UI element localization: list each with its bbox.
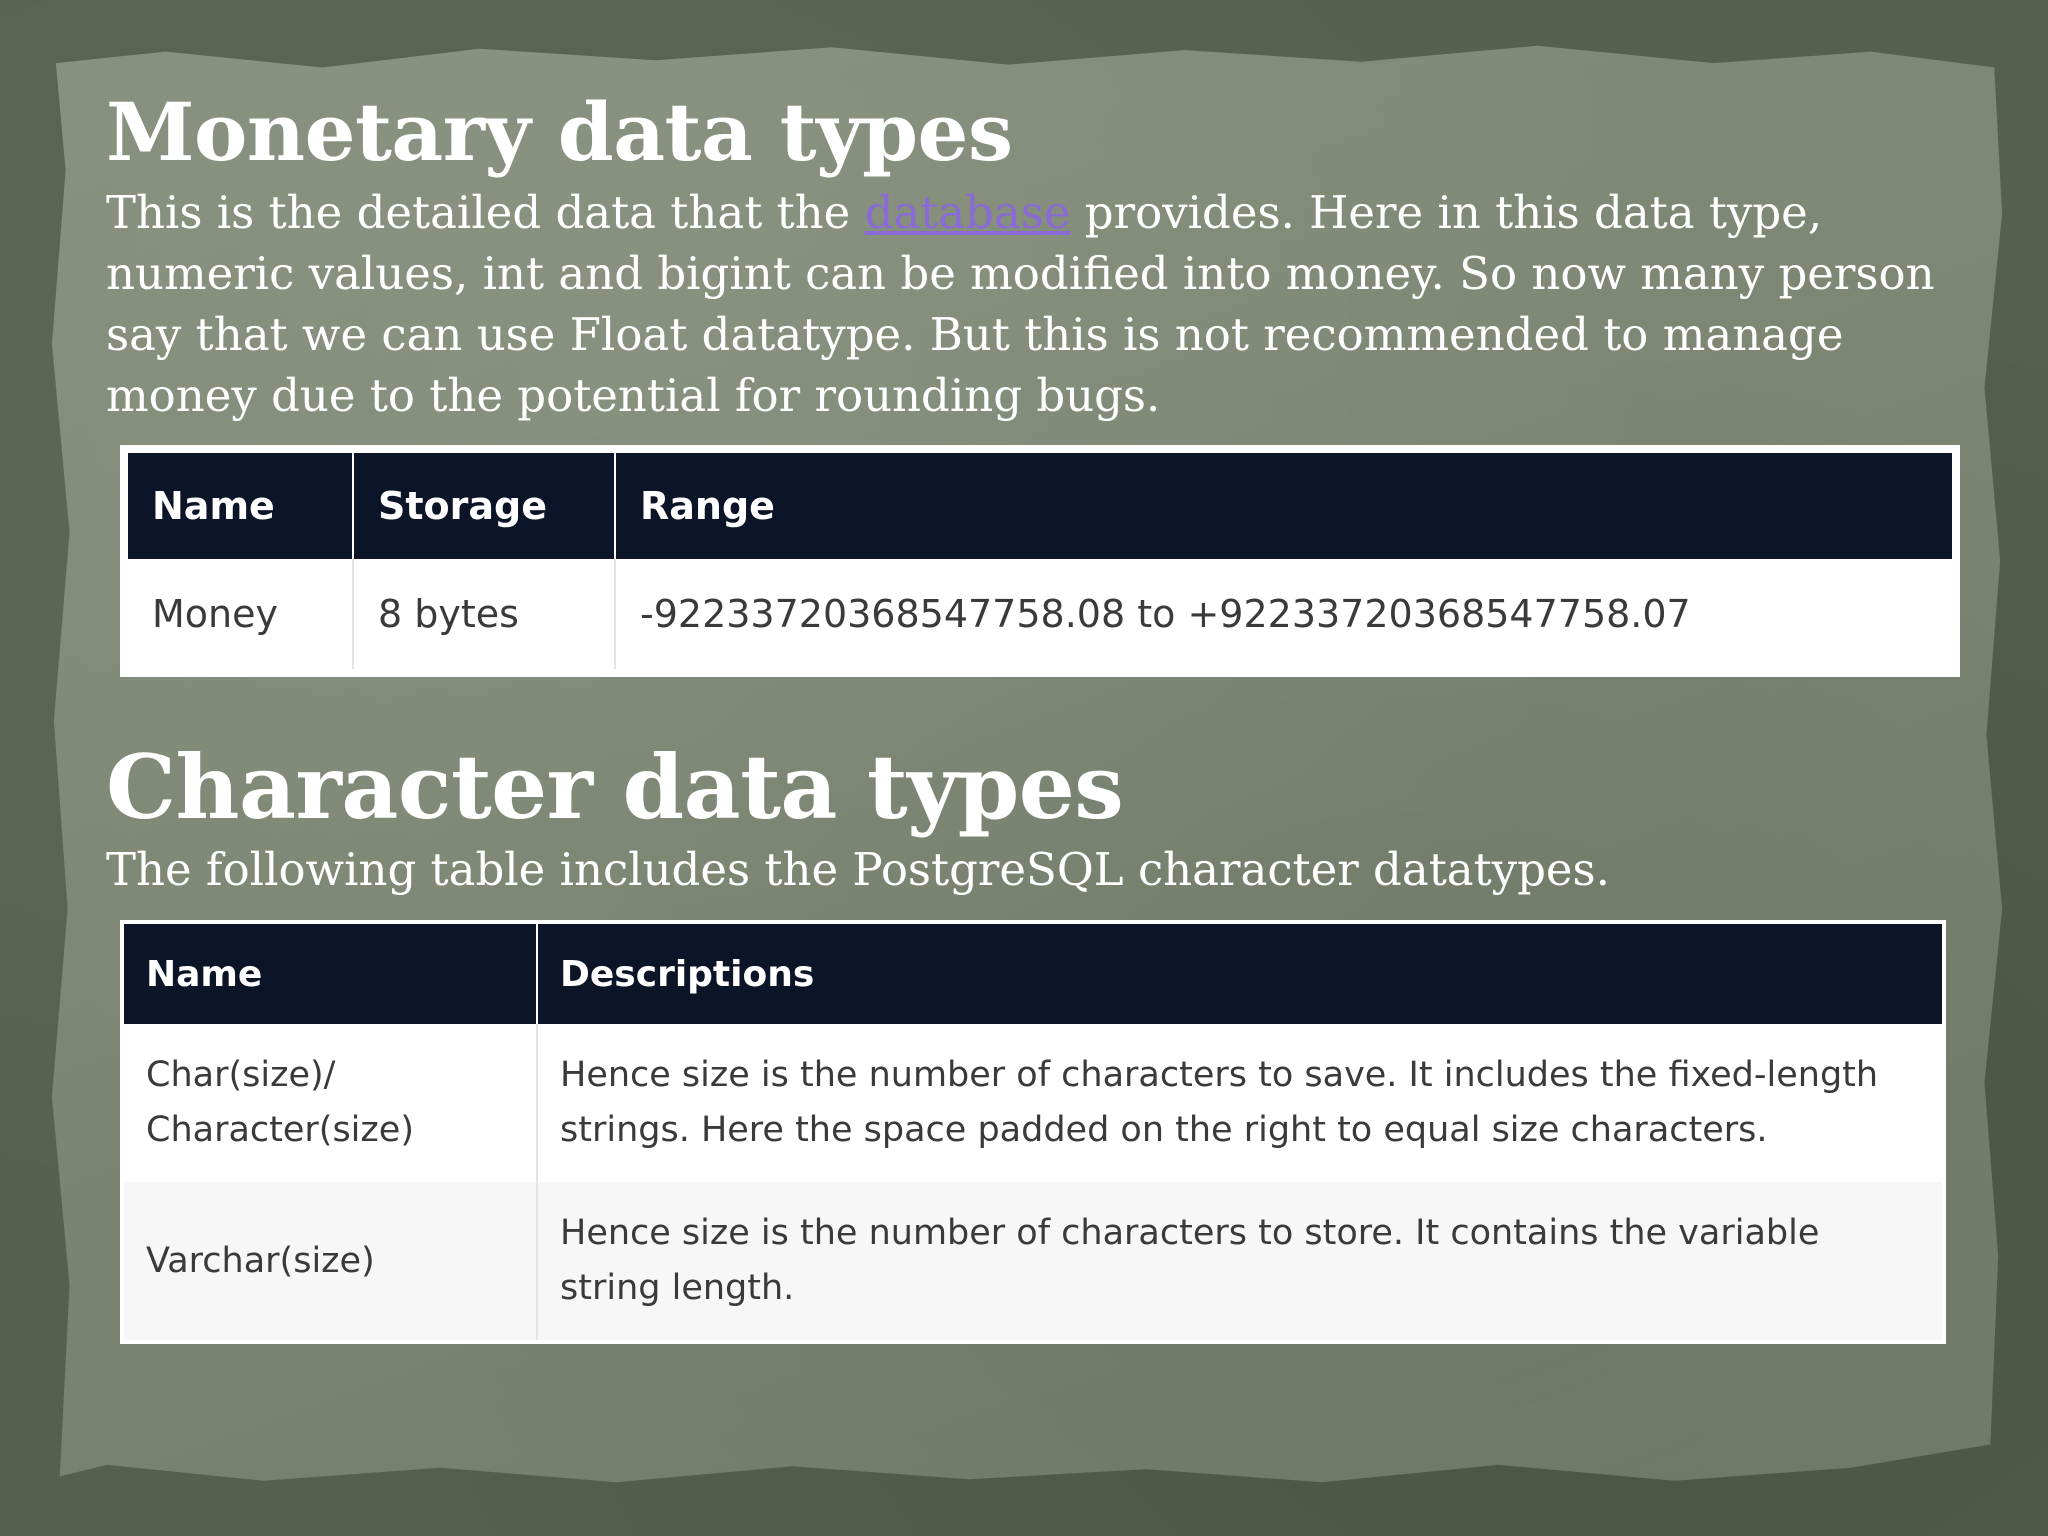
cell-name: Char(size)/ Character(size) — [122, 1024, 537, 1182]
cell-description: Hence size is the number of characters t… — [536, 1024, 1944, 1182]
cell-description: Hence size is the number of characters t… — [536, 1182, 1944, 1342]
header-name: Name — [122, 922, 537, 1024]
monetary-title: Monetary data types — [106, 85, 1013, 179]
cell-range: -92233720368547758.08 to +92233720368547… — [614, 559, 1956, 673]
header-range: Range — [614, 449, 1956, 559]
character-table: Name Descriptions Char(size)/ Character(s… — [120, 920, 1946, 1344]
cell-name-line2: Character(size) — [146, 1110, 414, 1150]
table-row: Varchar(size) Hence size is the number o… — [122, 1182, 1944, 1342]
header-storage: Storage — [352, 449, 615, 559]
header-descriptions: Descriptions — [536, 922, 1944, 1024]
character-paragraph: The following table includes the Postgre… — [106, 843, 1610, 896]
table-row: Char(size)/ Character(size) Hence size is… — [122, 1024, 1944, 1182]
monetary-section: Monetary data types This is the detailed… — [106, 82, 1986, 426]
cell-name-line1: Char(size)/ — [146, 1055, 336, 1095]
cell-name-line1: Varchar(size) — [146, 1240, 375, 1281]
character-section: Character data types The following table… — [106, 735, 1966, 900]
cell-storage: 8 bytes — [352, 559, 615, 673]
database-link[interactable]: database — [865, 186, 1071, 239]
monetary-paragraph: This is the detailed data that the datab… — [106, 182, 1966, 426]
table-row: Money 8 bytes -92233720368547758.08 to +… — [124, 559, 1956, 673]
cell-name: Varchar(size) — [122, 1182, 537, 1342]
table-header-row: Name Descriptions — [122, 922, 1944, 1024]
header-name: Name — [124, 449, 353, 559]
cell-name: Money — [152, 592, 278, 636]
table-header-row: Name Storage Range — [124, 449, 1956, 559]
monetary-paragraph-start: This is the detailed data that the — [106, 186, 865, 239]
character-title: Character data types — [106, 735, 1124, 839]
monetary-table: Name Storage Range Money 8 bytes -922337… — [120, 445, 1960, 677]
